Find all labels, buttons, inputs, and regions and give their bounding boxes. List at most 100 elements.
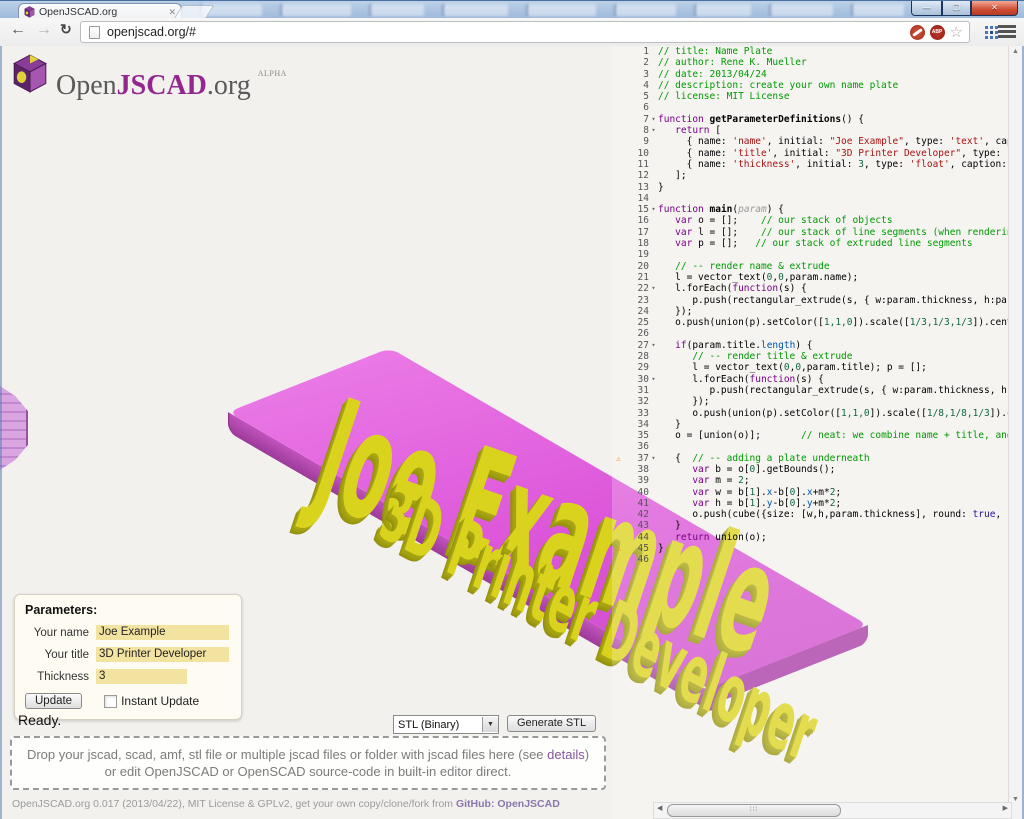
code-line[interactable]: 46 xyxy=(612,554,1010,565)
code-line[interactable]: 44 return union(o); xyxy=(612,532,1010,543)
menu-hamburger-icon[interactable] xyxy=(998,25,1016,38)
code-line[interactable]: 26 xyxy=(612,328,1010,339)
cube-logo-icon xyxy=(12,54,48,94)
details-link[interactable]: details xyxy=(547,747,585,762)
code-line[interactable]: 21 l = vector_text(0,0,param.name); xyxy=(612,272,1010,283)
code-line[interactable]: 30▾ l.forEach(function(s) { xyxy=(612,374,1010,385)
code-line[interactable]: 33 o.push(union(p).setColor([1,1,0]).sca… xyxy=(612,408,1010,419)
scroll-left-icon[interactable]: ◀ xyxy=(657,804,662,812)
code-line[interactable]: 29 l = vector_text(0,0,param.title); p =… xyxy=(612,362,1010,373)
code-line[interactable]: 42 o.push(cube({size: [w,h,param.thickne… xyxy=(612,509,1010,520)
fold-arrow-icon[interactable]: ▾ xyxy=(649,374,658,385)
side-drawer-handle[interactable] xyxy=(0,386,28,470)
code-line[interactable]: 8▾ return [ xyxy=(612,125,1010,136)
code-line[interactable]: 32 }); xyxy=(612,396,1010,407)
generate-stl-button[interactable]: Generate STL xyxy=(507,715,596,732)
code-line[interactable]: 1// title: Name Plate xyxy=(612,46,1010,57)
code-line[interactable]: 13} xyxy=(612,182,1010,193)
fold-arrow-icon[interactable]: ▾ xyxy=(649,453,658,464)
code-line[interactable]: 16 var o = []; // our stack of objects xyxy=(612,215,1010,226)
format-select[interactable]: STL (Binary) ▼ xyxy=(393,715,499,734)
new-tab-button[interactable] xyxy=(174,5,215,19)
editor-vertical-scrollbar[interactable]: ▲ ▼ xyxy=(1008,46,1022,819)
code-line[interactable]: 34 } xyxy=(612,419,1010,430)
scrollbar-thumb[interactable]: ⁞⁞⁞ xyxy=(667,804,841,817)
code-line[interactable]: 11 { name: 'thickness', initial: 3, type… xyxy=(612,159,1010,170)
code-line[interactable]: 6 xyxy=(612,102,1010,113)
fold-arrow-icon[interactable]: ▾ xyxy=(649,340,658,351)
code-line[interactable]: 7▾function getParameterDefinitions() { xyxy=(612,114,1010,125)
code-editor[interactable]: 1// title: Name Plate2// author: Rene K.… xyxy=(612,46,1010,819)
code-line[interactable]: 41 var h = b[1].y-b[0].y+m*2; xyxy=(612,498,1010,509)
parameter-input[interactable]: 3 xyxy=(96,669,187,684)
code-line[interactable]: 14 xyxy=(612,193,1010,204)
code-line[interactable]: ⚠45} xyxy=(612,543,1010,554)
bookmark-star-icon[interactable]: ☆ xyxy=(950,23,963,41)
code-line[interactable]: 10 { name: 'title', initial: "3D Printer… xyxy=(612,148,1010,159)
code-line[interactable]: 12 ]; xyxy=(612,170,1010,181)
editor-horizontal-scrollbar[interactable]: ◀ ⁞⁞⁞ ▶ xyxy=(653,802,1012,819)
gutter-space xyxy=(612,408,625,419)
code-line[interactable]: 4// description: create your own name pl… xyxy=(612,80,1010,91)
logo-jscad: JSCAD xyxy=(117,70,207,101)
gutter-space xyxy=(612,475,625,486)
close-button[interactable]: ✕ xyxy=(971,1,1018,16)
code-line[interactable]: 18 var p = []; // our stack of extruded … xyxy=(612,238,1010,249)
fold-arrow-icon[interactable]: ▾ xyxy=(649,283,658,294)
instant-update-checkbox[interactable] xyxy=(104,695,117,708)
code-line[interactable]: 43 } xyxy=(612,520,1010,531)
adblock-extension-icon[interactable]: ABP xyxy=(930,25,945,40)
gutter-space xyxy=(649,328,658,339)
fold-arrow-icon[interactable]: ▾ xyxy=(649,125,658,136)
file-dropzone[interactable]: Drop your jscad, scad, amf, stl file or … xyxy=(10,736,606,790)
code-line[interactable]: ⚠37▾ { // -- adding a plate underneath xyxy=(612,453,1010,464)
code-line[interactable]: 19 xyxy=(612,249,1010,260)
code-line[interactable]: 28 // -- render title & extrude xyxy=(612,351,1010,362)
scroll-right-icon[interactable]: ▶ xyxy=(1003,804,1008,812)
code-line[interactable]: 15▾function main(param) { xyxy=(612,204,1010,215)
gutter-space xyxy=(612,362,625,373)
code-line[interactable]: 24 }); xyxy=(612,306,1010,317)
code-line[interactable]: 20 // -- render name & extrude xyxy=(612,261,1010,272)
scroll-up-icon[interactable]: ▲ xyxy=(1009,48,1022,55)
blocker-extension-icon[interactable] xyxy=(910,25,925,40)
code-line[interactable]: 23 p.push(rectangular_extrude(s, { w:par… xyxy=(612,295,1010,306)
code-line[interactable]: 2// author: Rene K. Mueller xyxy=(612,57,1010,68)
code-line[interactable]: 25 o.push(union(p).setColor([1,1,0]).sca… xyxy=(612,317,1010,328)
reload-icon[interactable]: ↻ xyxy=(60,21,72,38)
code-line[interactable]: 36 xyxy=(612,441,1010,452)
minimize-button[interactable]: — xyxy=(911,1,942,16)
forward-icon[interactable]: → xyxy=(36,21,52,39)
back-icon[interactable]: ← xyxy=(10,21,26,39)
parameter-input[interactable]: 3D Printer Developer xyxy=(96,647,229,662)
code-line[interactable]: 35 o = [union(o)]; // neat: we combine n… xyxy=(612,430,1010,441)
code-text: // -- render title & extrude xyxy=(658,351,852,362)
apps-grid-icon[interactable] xyxy=(985,26,988,29)
code-line[interactable]: 17 var l = []; // our stack of line segm… xyxy=(612,227,1010,238)
code-line[interactable]: 22▾ l.forEach(function(s) { xyxy=(612,283,1010,294)
select-arrow-icon[interactable]: ▼ xyxy=(482,717,498,732)
gutter-space xyxy=(649,69,658,80)
fold-arrow-icon[interactable]: ▾ xyxy=(649,114,658,125)
code-line[interactable]: 5// license: MIT License xyxy=(612,91,1010,102)
code-text: }); xyxy=(658,306,692,317)
line-number: 30 xyxy=(625,374,649,385)
address-bar[interactable]: openjscad.org/# ABP ☆ xyxy=(80,21,970,43)
code-line[interactable]: 38 var b = o[0].getBounds(); xyxy=(612,464,1010,475)
gutter-space xyxy=(649,520,658,531)
code-line[interactable]: 3// date: 2013/04/24 xyxy=(612,69,1010,80)
code-line[interactable]: 39 var m = 2; xyxy=(612,475,1010,486)
code-line[interactable]: 9 { name: 'name', initial: "Joe Example"… xyxy=(612,136,1010,147)
github-link[interactable]: GitHub: OpenJSCAD xyxy=(456,798,560,810)
parameter-input[interactable]: Joe Example xyxy=(96,625,229,640)
url-text[interactable]: openjscad.org/# xyxy=(107,25,910,39)
line-number: 2 xyxy=(625,57,649,68)
code-line[interactable]: 40 var w = b[1].x-b[0].x+m*2; xyxy=(612,487,1010,498)
fold-arrow-icon[interactable]: ▾ xyxy=(649,204,658,215)
maximize-button[interactable]: ❐ xyxy=(942,1,971,16)
code-text: { // -- adding a plate underneath xyxy=(658,453,870,464)
status-text: Ready. xyxy=(18,712,61,728)
code-line[interactable]: 31 p.push(rectangular_extrude(s, { w:par… xyxy=(612,385,1010,396)
update-button[interactable]: Update xyxy=(25,693,82,709)
code-line[interactable]: 27▾ if(param.title.length) { xyxy=(612,340,1010,351)
